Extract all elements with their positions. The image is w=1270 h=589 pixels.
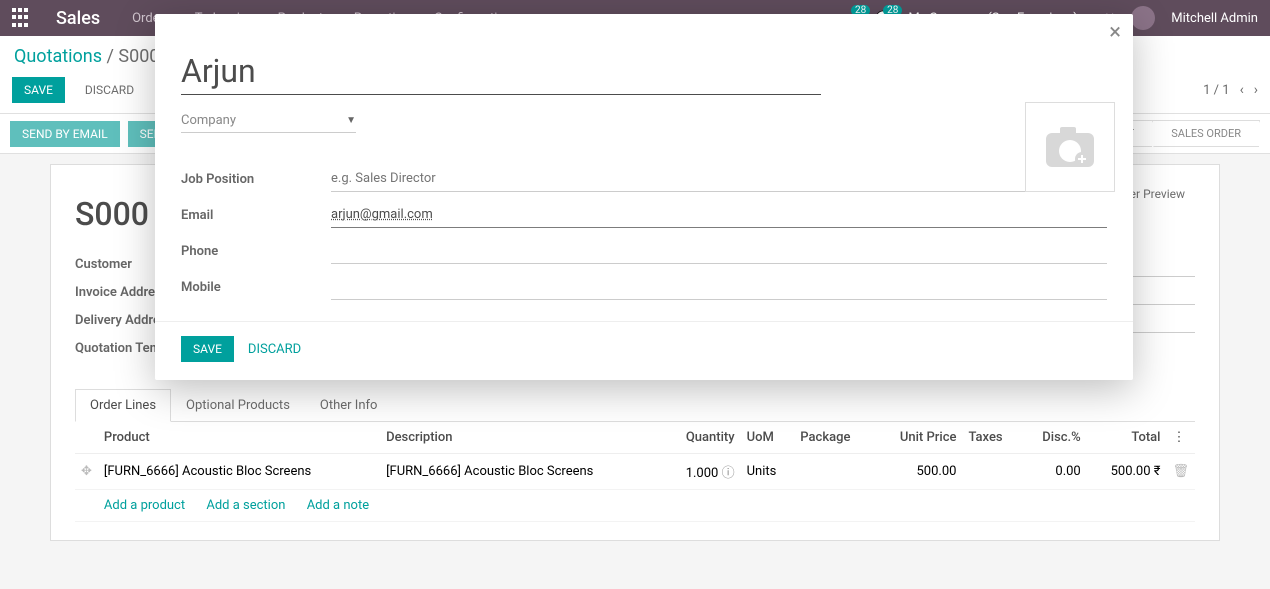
mobile-field[interactable]: [331, 274, 1107, 300]
modal-save-button[interactable]: Save: [181, 336, 234, 362]
cell-description[interactable]: [FURN_6666] Acoustic Bloc Screens: [380, 454, 662, 490]
breadcrumb-sep: /: [106, 46, 118, 67]
apps-icon[interactable]: [12, 8, 32, 28]
phone-label: Phone: [181, 244, 331, 259]
add-product-link[interactable]: Add a product: [104, 498, 185, 513]
info-icon[interactable]: ⓘ: [722, 466, 735, 481]
chevron-down-icon: ▼: [346, 115, 356, 126]
job-field[interactable]: [331, 166, 1107, 192]
col-disc: Disc.%: [1022, 422, 1087, 454]
stage-salesorder[interactable]: Sales Order: [1152, 120, 1260, 147]
trash-icon[interactable]: 🗑: [1166, 454, 1195, 490]
pager-prev-icon[interactable]: ‹: [1240, 82, 1244, 98]
phone-field[interactable]: [331, 238, 1107, 264]
cell-package[interactable]: [794, 454, 874, 490]
discard-button[interactable]: Discard: [73, 77, 146, 103]
cell-quantity[interactable]: 1.000: [686, 466, 719, 481]
name-field[interactable]: [181, 48, 821, 95]
col-package: Package: [794, 422, 874, 454]
col-description: Description: [380, 422, 662, 454]
contact-modal: × Company ▼ Job Position Email: [155, 14, 1133, 380]
order-lines-table: Product Description Quantity UoM Package…: [75, 422, 1195, 522]
send-email-button[interactable]: Send by Email: [10, 121, 120, 147]
brand-label[interactable]: Sales: [56, 8, 100, 29]
col-uom: UoM: [741, 422, 795, 454]
add-section-link[interactable]: Add a section: [206, 498, 285, 513]
cell-uom[interactable]: Units: [741, 454, 795, 490]
cell-disc[interactable]: 0.00: [1022, 454, 1087, 490]
close-icon[interactable]: ×: [1109, 20, 1121, 45]
breadcrumb-current: S000: [118, 46, 159, 67]
col-kebab[interactable]: ⋮: [1166, 422, 1195, 454]
modal-discard-button[interactable]: Discard: [248, 342, 301, 357]
pager: 1 / 1 ‹ ›: [1203, 82, 1258, 98]
table-row[interactable]: ✥ [FURN_6666] Acoustic Bloc Screens [FUR…: [75, 454, 1195, 490]
cell-unitprice[interactable]: 500.00: [874, 454, 962, 490]
drag-handle-icon[interactable]: ✥: [75, 454, 98, 490]
job-label: Job Position: [181, 172, 331, 187]
tabs: Order Lines Optional Products Other Info: [75, 389, 1195, 422]
mobile-label: Mobile: [181, 280, 331, 295]
tab-order-lines[interactable]: Order Lines: [75, 389, 171, 422]
cell-total: 500.00 ₹: [1087, 454, 1167, 490]
user-name[interactable]: Mitchell Admin: [1171, 11, 1258, 26]
col-product: Product: [98, 422, 380, 454]
cell-taxes[interactable]: [962, 454, 1021, 490]
breadcrumb-root[interactable]: Quotations: [14, 46, 102, 67]
col-total: Total: [1087, 422, 1167, 454]
pager-next-icon[interactable]: ›: [1254, 82, 1258, 98]
email-field[interactable]: [331, 202, 1107, 228]
cell-product[interactable]: [FURN_6666] Acoustic Bloc Screens: [98, 454, 380, 490]
avatar[interactable]: [1131, 6, 1155, 30]
col-taxes: Taxes: [962, 422, 1021, 454]
camera-icon: [1044, 125, 1096, 169]
company-select[interactable]: Company ▼: [181, 109, 356, 133]
email-label: Email: [181, 208, 331, 223]
pager-text: 1 / 1: [1203, 83, 1229, 98]
add-note-link[interactable]: Add a note: [307, 498, 369, 513]
tab-optional[interactable]: Optional Products: [171, 389, 305, 421]
save-button[interactable]: Save: [12, 77, 65, 103]
col-quantity: Quantity: [662, 422, 740, 454]
company-placeholder: Company: [181, 113, 236, 128]
tab-other[interactable]: Other Info: [305, 389, 393, 421]
image-placeholder[interactable]: [1025, 102, 1115, 192]
col-unitprice: Unit Price: [874, 422, 962, 454]
